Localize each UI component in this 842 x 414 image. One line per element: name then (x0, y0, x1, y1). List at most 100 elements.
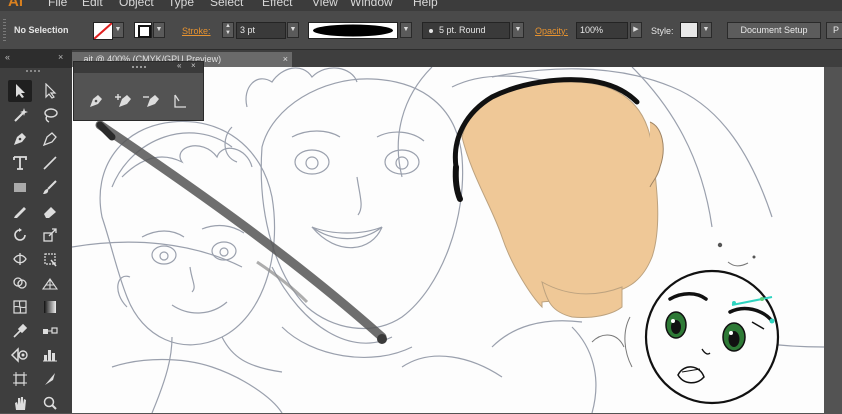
opacity-label[interactable]: Opacity: (535, 26, 568, 36)
eraser-tool[interactable] (38, 200, 62, 222)
column-graph-icon (43, 350, 57, 362)
brush-dot-icon (429, 28, 433, 33)
flyout-delete-anchor-tool[interactable] (140, 90, 164, 112)
pen-nib-icon (14, 133, 26, 145)
symbol-sprayer-icon (10, 347, 28, 363)
rotate-tool[interactable] (8, 224, 32, 246)
pencil-tool[interactable] (8, 200, 32, 222)
blend-icon (43, 327, 58, 334)
shape-builder-tool[interactable] (8, 272, 32, 294)
width-tool[interactable] (8, 248, 32, 270)
menu-object[interactable]: Object (119, 0, 154, 9)
artboard-tool[interactable] (8, 368, 32, 390)
stroke-weight-stepper[interactable]: ▲ ▼ (222, 22, 234, 38)
scale-icon (43, 228, 57, 242)
eyedropper-icon (13, 323, 28, 338)
opacity-field[interactable]: 100% (576, 22, 628, 39)
curvature-tool[interactable] (38, 128, 62, 150)
stroke-swatch-inner (138, 25, 151, 38)
flyout-anchor-point-tool[interactable] (168, 90, 192, 112)
eyedropper-tool[interactable] (8, 320, 32, 342)
graphic-style-swatch[interactable] (680, 22, 698, 38)
stroke-dropdown[interactable]: ▼ (153, 22, 165, 38)
tools-grip[interactable] (26, 70, 42, 72)
width-profile-dropdown[interactable]: ▼ (400, 22, 412, 38)
brush-definition-field[interactable]: 5 pt. Round (422, 22, 510, 39)
collapse-panel-icon[interactable]: « (5, 52, 10, 62)
curvature-pen-icon (42, 132, 57, 147)
paintbrush-tool[interactable] (38, 176, 62, 198)
close-panel-icon[interactable]: × (58, 52, 63, 62)
pen-tool[interactable] (8, 128, 32, 150)
control-bar-grip[interactable] (3, 19, 6, 41)
perspective-grid-icon (42, 278, 58, 290)
selection-tool[interactable] (8, 80, 32, 102)
direct-selection-tool[interactable] (38, 80, 62, 102)
none-fill-icon (94, 23, 112, 39)
line-segment-icon (43, 156, 57, 170)
stroke-label[interactable]: Stroke: (182, 26, 211, 36)
menu-select[interactable]: Select (210, 0, 243, 9)
lasso-icon (44, 108, 58, 123)
graphic-style-dropdown[interactable]: ▼ (700, 22, 712, 38)
perspective-grid-tool[interactable] (38, 272, 62, 294)
pencil-icon (14, 207, 26, 218)
line-segment-tool[interactable] (38, 152, 62, 174)
eraser-icon (44, 207, 56, 218)
mesh-tool[interactable] (8, 296, 32, 318)
app-logo: Ai (8, 0, 23, 10)
brush-definition-dropdown[interactable]: ▼ (512, 22, 524, 38)
magic-wand-tool[interactable] (8, 104, 32, 126)
canvas-right-gutter (824, 67, 842, 413)
menu-file[interactable]: File (48, 0, 67, 9)
menu-edit[interactable]: Edit (82, 0, 103, 9)
menu-type[interactable]: Type (168, 0, 194, 9)
blend-tool[interactable] (38, 320, 62, 342)
paintbrush-icon (43, 180, 57, 194)
flyout-close-icon[interactable]: × (191, 61, 196, 70)
style-label: Style: (651, 26, 674, 36)
preferences-button[interactable]: P (826, 22, 842, 39)
flyout-grip[interactable] (132, 66, 146, 68)
flyout-header[interactable]: « × (74, 61, 203, 73)
stroke-weight-field[interactable]: 3 pt (236, 22, 286, 39)
menu-effect[interactable]: Effect (262, 0, 292, 9)
rectangle-tool[interactable] (8, 176, 32, 198)
zoom-tool[interactable] (38, 392, 62, 414)
artboard-icon (13, 372, 27, 386)
menu-view[interactable]: View (312, 0, 338, 9)
document-setup-button[interactable]: Document Setup (727, 22, 821, 39)
direct-selection-arrow-icon (45, 83, 57, 99)
tools-panel-header[interactable]: « × (0, 50, 72, 68)
brush-definition-label: 5 pt. Round (439, 25, 486, 35)
hand-tool[interactable] (8, 392, 32, 414)
mesh-icon (13, 300, 27, 314)
variable-width-profile[interactable] (308, 22, 398, 39)
fill-dropdown[interactable]: ▼ (112, 22, 124, 38)
close-tab-icon[interactable]: × (283, 52, 288, 67)
gradient-tool[interactable] (38, 296, 62, 318)
menu-window[interactable]: Window (350, 0, 393, 9)
anchor-point-icon (174, 94, 186, 108)
scale-tool[interactable] (38, 224, 62, 246)
delete-anchor-point-icon (143, 95, 159, 107)
type-tool[interactable] (8, 152, 32, 174)
menu-bar: Ai File Edit Object Type Select Effect V… (0, 0, 842, 11)
width-profile-icon (313, 24, 393, 37)
flyout-add-anchor-tool[interactable] (112, 90, 136, 112)
free-transform-tool[interactable] (38, 248, 62, 270)
slice-tool[interactable] (38, 368, 62, 390)
flyout-collapse-icon[interactable]: « (177, 61, 181, 70)
fill-swatch[interactable] (93, 22, 113, 40)
flyout-pen-tool[interactable] (84, 90, 108, 112)
lasso-tool[interactable] (38, 104, 62, 126)
symbol-sprayer-tool[interactable] (8, 344, 32, 366)
opacity-dropdown[interactable]: ▶ (630, 22, 642, 38)
stroke-swatch[interactable] (134, 22, 152, 38)
stroke-weight-dropdown[interactable]: ▼ (287, 22, 299, 38)
selection-arrow-icon (16, 84, 25, 98)
menu-help[interactable]: Help (413, 0, 438, 9)
zoom-icon (43, 396, 57, 410)
column-graph-tool[interactable] (38, 344, 62, 366)
shape-builder-icon (13, 277, 27, 289)
